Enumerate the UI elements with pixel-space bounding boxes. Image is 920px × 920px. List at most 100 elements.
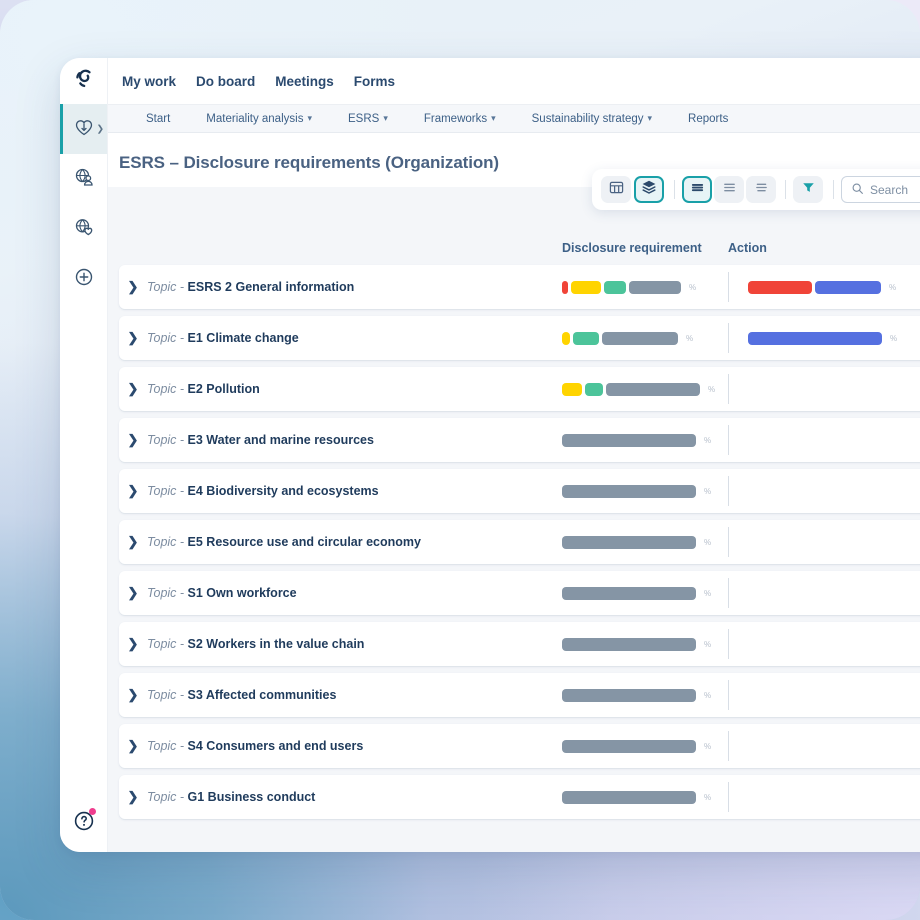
disclosure-requirement-bars: % [562, 791, 722, 804]
table-row[interactable]: ❯Topic - E2 Pollution% [119, 367, 920, 411]
row-expand-chevron-icon[interactable]: ❯ [119, 483, 147, 499]
density-dense-button[interactable] [746, 176, 776, 203]
disclosure-requirement-bars: % [562, 281, 722, 294]
sidebar-item-add[interactable] [60, 254, 107, 304]
topnav-item-forms[interactable]: Forms [354, 74, 395, 89]
table-row[interactable]: ❯Topic - S3 Affected communities% [119, 673, 920, 717]
density-comfortable-button[interactable] [682, 176, 712, 203]
row-label: Topic - G1 Business conduct [147, 790, 562, 804]
row-title: E2 Pollution [188, 382, 260, 396]
table-row[interactable]: ❯Topic - G1 Business conduct% [119, 775, 920, 819]
subnav-item-reports[interactable]: Reports [670, 113, 746, 125]
row-title: E1 Climate change [188, 331, 299, 345]
main-area: My work Do board Meetings Forms Start Ma… [108, 58, 920, 852]
row-label: Topic - S4 Consumers and end users [147, 739, 562, 753]
disclosure-requirement-bar-segment [602, 332, 678, 345]
disclosure-requirement-bar-segment [562, 689, 696, 702]
row-expand-chevron-icon[interactable]: ❯ [119, 687, 147, 703]
row-topic-prefix: Topic - [147, 790, 188, 804]
subnav-item-frameworks[interactable]: Frameworks ▾ [406, 113, 514, 125]
row-topic-prefix: Topic - [147, 586, 188, 600]
disclosure-requirement-percent-glyph: % [686, 334, 693, 343]
topnav-item-meetings[interactable]: Meetings [275, 74, 334, 89]
cell-disclosure-requirement: % [562, 673, 728, 717]
row-expand-chevron-icon[interactable]: ❯ [119, 330, 147, 346]
subnav-item-sustainability-strategy[interactable]: Sustainability strategy ▾ [514, 113, 670, 125]
row-expand-chevron-icon[interactable]: ❯ [119, 789, 147, 805]
cell-disclosure-requirement: % [562, 469, 728, 513]
row-expand-chevron-icon[interactable]: ❯ [119, 279, 147, 295]
topnav-item-my-work[interactable]: My work [122, 74, 176, 89]
row-topic-prefix: Topic - [147, 280, 188, 294]
table-row[interactable]: ❯Topic - E3 Water and marine resources% [119, 418, 920, 462]
row-label: Topic - E1 Climate change [147, 331, 562, 345]
disclosure-requirement-percent-glyph: % [708, 385, 715, 394]
disclosure-requirement-bar-segment [606, 383, 700, 396]
table-row[interactable]: ❯Topic - S4 Consumers and end users% [119, 724, 920, 768]
action-bar-segment [748, 281, 812, 294]
subnav-item-start[interactable]: Start [128, 113, 188, 125]
subnav-label: Reports [688, 113, 728, 125]
table-view-button[interactable] [601, 176, 631, 203]
table-row[interactable]: ❯Topic - S2 Workers in the value chain% [119, 622, 920, 666]
row-expand-chevron-icon[interactable]: ❯ [119, 738, 147, 754]
layers-view-button[interactable] [634, 176, 664, 203]
row-title: E5 Resource use and circular economy [188, 535, 421, 549]
row-expand-chevron-icon[interactable]: ❯ [119, 636, 147, 652]
app-logo[interactable] [60, 58, 107, 104]
cell-action [728, 571, 894, 615]
disclosure-requirement-bar-segment [562, 740, 696, 753]
disclosure-requirement-bars: % [562, 485, 722, 498]
row-expand-chevron-icon[interactable]: ❯ [119, 381, 147, 397]
row-title: S3 Affected communities [188, 688, 337, 702]
disclosure-requirement-bar-segment [562, 485, 696, 498]
row-expand-chevron-icon[interactable]: ❯ [119, 432, 147, 448]
row-title: ESRS 2 General information [188, 280, 355, 294]
table-row[interactable]: ❯Topic - E4 Biodiversity and ecosystems% [119, 469, 920, 513]
table-row[interactable]: ❯Topic - E5 Resource use and circular ec… [119, 520, 920, 564]
topnav-item-do-board[interactable]: Do board [196, 74, 255, 89]
sidebar-item-stakeholders[interactable] [60, 154, 107, 204]
disclosure-requirement-bars: % [562, 587, 722, 600]
disclosure-requirement-bar-segment [562, 638, 696, 651]
cell-disclosure-requirement: % [562, 775, 728, 819]
disclosure-requirement-bar-segment [562, 281, 568, 294]
rows-thin-icon [754, 180, 769, 200]
row-label: Topic - S3 Affected communities [147, 688, 562, 702]
globe-person-icon [72, 165, 96, 194]
table-row[interactable]: ❯Topic - ESRS 2 General information%% [119, 265, 920, 309]
disclosure-requirement-bars: % [562, 638, 722, 651]
search-input[interactable]: Search [841, 176, 920, 203]
disclosure-requirement-bar-segment [604, 281, 626, 294]
disclosure-requirement-bars: % [562, 689, 722, 702]
filter-button[interactable] [793, 176, 823, 203]
layers-stack-icon [641, 179, 657, 200]
disclosure-requirement-bar-segment [585, 383, 603, 396]
table-row[interactable]: ❯Topic - E1 Climate change%% [119, 316, 920, 360]
disclosure-requirement-bars: % [562, 740, 722, 753]
sidebar-item-materiality[interactable]: ❯ [60, 104, 107, 154]
help-button[interactable] [60, 794, 107, 852]
chevron-down-icon: ▾ [383, 113, 388, 124]
row-label: Topic - S1 Own workforce [147, 586, 562, 600]
sub-navigation: Start Materiality analysis ▾ ESRS ▾ Fram… [108, 104, 920, 133]
disclosure-requirement-percent-glyph: % [704, 487, 711, 496]
row-expand-chevron-icon[interactable]: ❯ [119, 585, 147, 601]
cell-action [728, 520, 894, 564]
subnav-item-materiality-analysis[interactable]: Materiality analysis ▾ [188, 113, 330, 125]
subnav-item-esrs[interactable]: ESRS ▾ [330, 113, 406, 125]
action-percent-glyph: % [889, 283, 896, 292]
disclosure-requirement-bar-segment [562, 383, 582, 396]
density-compact-button[interactable] [714, 176, 744, 203]
row-expand-chevron-icon[interactable]: ❯ [119, 534, 147, 550]
row-label: Topic - S2 Workers in the value chain [147, 637, 562, 651]
row-density-group [682, 176, 778, 203]
app-window: ❯ [60, 58, 920, 852]
row-title: E3 Water and marine resources [188, 433, 374, 447]
disclosure-requirement-percent-glyph: % [704, 793, 711, 802]
action-bars: % [748, 332, 897, 345]
cell-action [728, 673, 894, 717]
table-row[interactable]: ❯Topic - S1 Own workforce% [119, 571, 920, 615]
toolbar-divider [674, 180, 675, 199]
sidebar-item-sustainability[interactable] [60, 204, 107, 254]
